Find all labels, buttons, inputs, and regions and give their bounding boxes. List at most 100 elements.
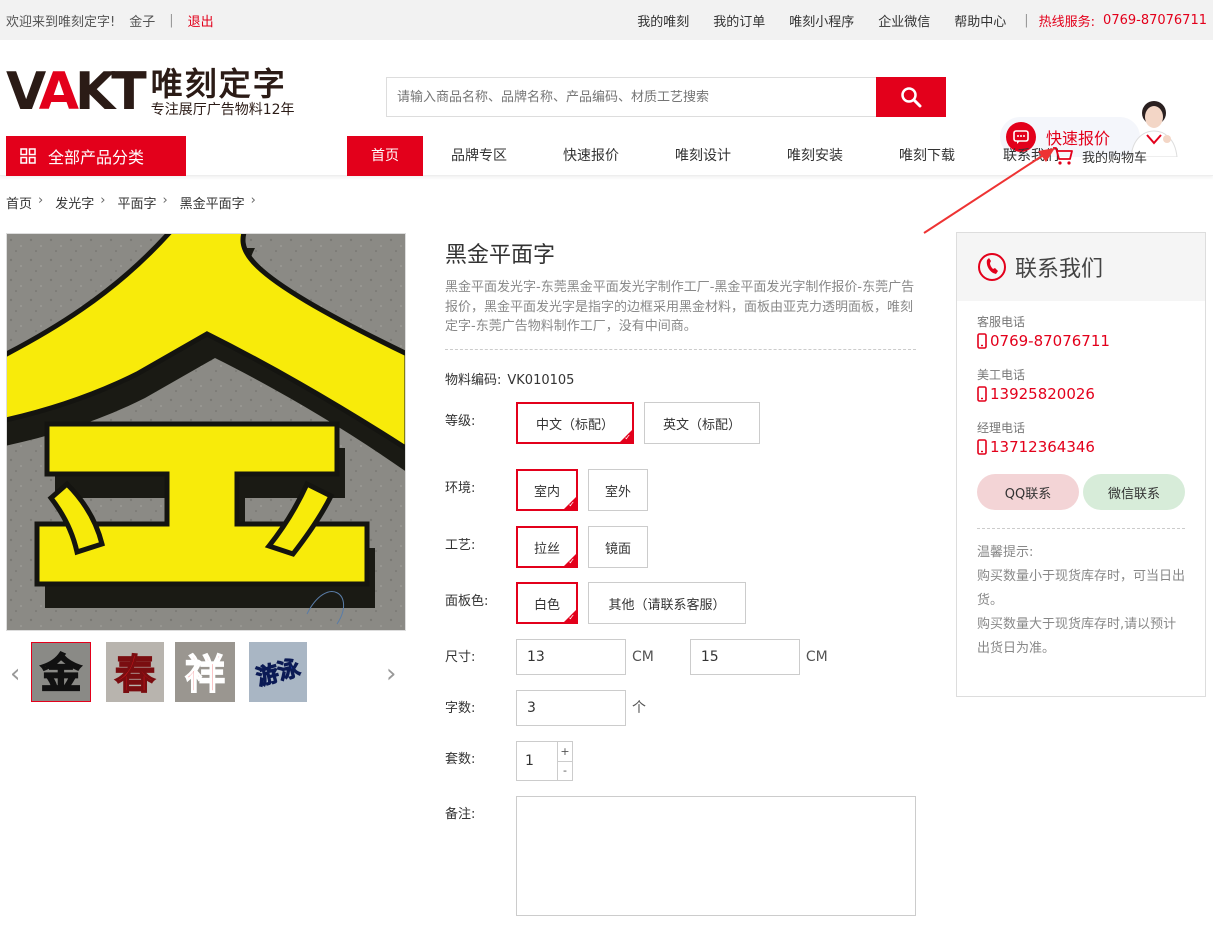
char-count-row: 字数: 3 个 [445,690,658,726]
quantity-value[interactable]: 1 [517,742,557,780]
crumb-flat[interactable]: 平面字 [117,193,156,212]
height-input[interactable]: 15 [689,639,800,675]
design-label: 美工电话 [977,368,1026,382]
tip-text: 购买数量小于现货库存时，可当日出货。 [977,569,1186,608]
mini-program-link[interactable]: 唯刻小程序 [789,11,854,30]
decrement-button[interactable]: - [558,762,572,781]
option-craft-brushed[interactable]: 拉丝 ✓ [516,526,578,568]
environment-row: 环境: 室内 ✓ 室外 [445,469,658,511]
breadcrumb: 首页 › 发光字 › 平面字 › 黑金平面字 › [6,193,256,212]
design-phone[interactable]: 13925820026 [977,385,1185,403]
search-button[interactable] [876,77,946,117]
thumbnail[interactable]: 金 [31,642,91,702]
thumbnail[interactable]: 游泳 [249,642,309,702]
logo[interactable]: VAKT 唯刻定字 专注展厅广告物料12年 [6,62,295,122]
tip-text: 购买数量大于现货库存时,请以预计出货日为准。 [977,617,1177,656]
width-unit: CM [632,649,654,665]
chevron-left-icon[interactable]: ‹ [10,659,20,689]
qq-contact-button[interactable]: QQ联系 [977,474,1079,510]
chevron-right-icon[interactable]: › [386,659,396,689]
craft-label: 工艺: [445,538,476,553]
sets-row: 套数: 1 + - [445,741,573,781]
my-orders-link[interactable]: 我的订单 [713,11,765,30]
remark-label: 备注: [445,807,476,822]
logo-mark: VAKT [6,62,147,122]
char-count-unit: 个 [632,700,646,716]
remark-textarea[interactable] [516,796,916,916]
crumb-home[interactable]: 首页 [6,193,32,212]
nav-home[interactable]: 首页 [347,136,423,176]
site-header: VAKT 唯刻定字 专注展厅广告物料12年 快速报价 [0,40,1213,157]
manager-phone[interactable]: 13712364346 [977,438,1185,456]
phone-icon [978,253,1006,281]
brand-slogan: 专注展厅广告物料12年 [150,102,295,118]
annotation-arrow [923,148,1055,234]
remark-row: 备注: [445,796,916,916]
panel-color-label: 面板色: [445,594,489,609]
product-code-value: VK010105 [507,373,575,388]
option-panel-white[interactable]: 白色 ✓ [516,582,578,624]
char-count-input[interactable]: 3 [516,690,626,726]
welcome-text: 欢迎来到唯刻定字! [6,14,116,30]
grade-label: 等级: [445,414,476,429]
product-title: 黑金平面字 [445,243,556,268]
grade-row: 等级: 中文（标配） ✓ 英文（标配） [445,402,770,444]
contact-panel: 联系我们 客服电话 0769-87076711 美工电话 13925820026… [956,232,1206,697]
option-panel-other[interactable]: 其他（请联系客服） [588,582,746,624]
width-input[interactable]: 13 [516,639,626,675]
size-row: 尺寸: 13 CM 15 CM [445,639,840,675]
tip-title: 温馨提示: [977,545,1034,560]
my-vk-link[interactable]: 我的唯刻 [637,11,689,30]
option-craft-mirror[interactable]: 镜面 [588,526,648,568]
crumb-current[interactable]: 黑金平面字 [180,193,245,212]
option-env-indoor[interactable]: 室内 ✓ [516,469,578,511]
panel-color-row: 面板色: 白色 ✓ 其他（请联系客服） [445,582,756,624]
thumbnail[interactable]: 祥 [175,642,235,702]
increment-button[interactable]: + [558,742,572,762]
nav-quick-quote[interactable]: 快速报价 [535,136,647,176]
search-input[interactable] [386,77,876,117]
search-icon [901,87,922,108]
separator: | [169,12,174,28]
svg-text:金: 金 [40,651,82,697]
craft-row: 工艺: 拉丝 ✓ 镜面 [445,526,658,568]
help-center-link[interactable]: 帮助中心 [954,11,1006,30]
crumb-luminous[interactable]: 发光字 [55,193,94,212]
mobile-icon [977,333,987,349]
manager-label: 经理电话 [977,421,1026,435]
all-categories-button[interactable]: 全部产品分类 [6,136,186,176]
mobile-icon [977,386,987,402]
hotline-number: 0769-87076711 [1103,12,1207,28]
thumbnail-strip: ‹ 金 春 祥 游泳 › [6,641,406,703]
top-bar: 欢迎来到唯刻定字! 金子 | 退出 我的唯刻 我的订单 唯刻小程序 企业微信 帮… [0,0,1213,40]
quantity-stepper: 1 + - [516,741,573,781]
service-label: 客服电话 [977,315,1026,329]
option-grade-chinese[interactable]: 中文（标配） ✓ [516,402,634,444]
thumbnail[interactable]: 春 [106,642,166,702]
product-description: 黑金平面发光字-东莞黑金平面发光字制作工厂-黑金平面发光字制作报价-东莞广告报价… [445,278,916,350]
product-code: 物料编码: VK010105 [445,373,575,388]
wechat-contact-button[interactable]: 微信联系 [1083,474,1185,510]
grid-icon [20,148,36,164]
nav-design[interactable]: 唯刻设计 [647,136,759,176]
option-env-outdoor[interactable]: 室外 [588,469,648,511]
search-bar [386,77,946,117]
mobile-icon [977,439,987,455]
logout-link[interactable]: 退出 [188,11,214,30]
size-label: 尺寸: [445,650,476,665]
sets-label: 套数: [445,752,476,767]
service-phone[interactable]: 0769-87076711 [977,332,1185,350]
tips: 温馨提示: 购买数量小于现货库存时，可当日出货。 购买数量大于现货库存时,请以预… [977,528,1185,661]
nav-install[interactable]: 唯刻安装 [759,136,871,176]
height-unit: CM [805,649,828,665]
separator: | [1024,12,1029,28]
nav-brands[interactable]: 品牌专区 [423,136,535,176]
brand-name: 唯刻定字 [150,65,287,103]
hotline-label: 热线服务: [1038,14,1096,30]
enterprise-wechat-link[interactable]: 企业微信 [878,11,930,30]
product-main-image [6,233,406,631]
option-grade-english[interactable]: 英文（标配） [644,402,760,444]
username[interactable]: 金子 [129,11,155,30]
svg-text:祥: 祥 [185,652,225,698]
svg-text:春: 春 [115,652,155,698]
